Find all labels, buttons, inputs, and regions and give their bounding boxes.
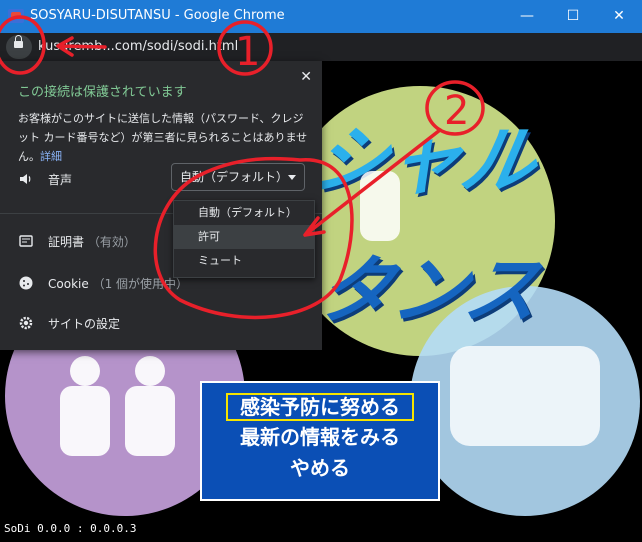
sound-select[interactable]: 自動（デフォルト）	[171, 163, 305, 191]
title-logo-line2: タンス	[311, 248, 547, 334]
popup-close-button[interactable]: ✕	[300, 69, 312, 85]
details-link[interactable]: 詳細	[40, 150, 62, 163]
person-figure	[360, 171, 400, 241]
menu-item-latest-info[interactable]: 最新の情報をみる	[202, 423, 438, 452]
menu-item-prevent-infection[interactable]: 感染予防に努める	[226, 393, 414, 421]
app-icon	[8, 9, 24, 23]
address-bar: kusuremb...com/sodi/sodi.html	[0, 33, 642, 61]
cookie-status: （1 個が使用中）	[92, 277, 189, 291]
speaker-icon	[20, 174, 31, 184]
cookie-label: Cookie	[48, 277, 89, 291]
site-info-button[interactable]	[6, 35, 32, 59]
person-figure	[60, 386, 110, 456]
certificate-icon	[19, 235, 33, 247]
certificate-label: 証明書	[48, 235, 85, 249]
chevron-down-icon	[288, 175, 296, 180]
dropdown-option-allow[interactable]: 許可	[174, 225, 314, 249]
dropdown-option-mute[interactable]: ミュート	[174, 249, 314, 273]
sound-select-value: 自動（デフォルト）	[180, 170, 289, 184]
sound-dropdown-list: 自動（デフォルト） 許可 ミュート	[173, 200, 315, 278]
minimize-button[interactable]: —	[504, 0, 550, 33]
maximize-button[interactable]: ☐	[550, 0, 596, 33]
game-menu: 感染予防に努める 最新の情報をみる やめる	[200, 381, 440, 501]
window-titlebar: SOSYARU-DISUTANSU - Google Chrome — ☐ ✕	[0, 0, 642, 33]
close-window-button[interactable]: ✕	[596, 0, 642, 33]
lock-icon	[14, 35, 23, 48]
menu-item-quit[interactable]: やめる	[202, 454, 438, 483]
url-text[interactable]: kusuremb...com/sodi/sodi.html	[38, 39, 238, 54]
cookie-icon	[19, 276, 33, 290]
dropdown-option-allow-label: 許可	[198, 230, 220, 243]
connection-description: お客様がこのサイトに送信した情報（パスワード、クレジット カード番号など）が第三…	[18, 109, 308, 166]
window-title: SOSYARU-DISUTANSU - Google Chrome	[30, 8, 285, 23]
sound-label: 音声	[48, 173, 73, 187]
title-logo-line1: シャル	[306, 118, 544, 204]
gear-icon	[19, 316, 33, 330]
crowd-figure	[450, 346, 600, 446]
certificate-status: （有効）	[87, 235, 136, 249]
connection-secure-heading: この接続は保護されています	[18, 85, 187, 100]
version-label: SoDi 0.0.0 : 0.0.0.3	[4, 522, 137, 535]
person-head	[70, 356, 100, 386]
person-figure	[125, 386, 175, 456]
person-head	[135, 356, 165, 386]
dropdown-option-auto[interactable]: 自動（デフォルト）	[174, 201, 314, 225]
site-settings-label: サイトの設定	[48, 317, 121, 331]
